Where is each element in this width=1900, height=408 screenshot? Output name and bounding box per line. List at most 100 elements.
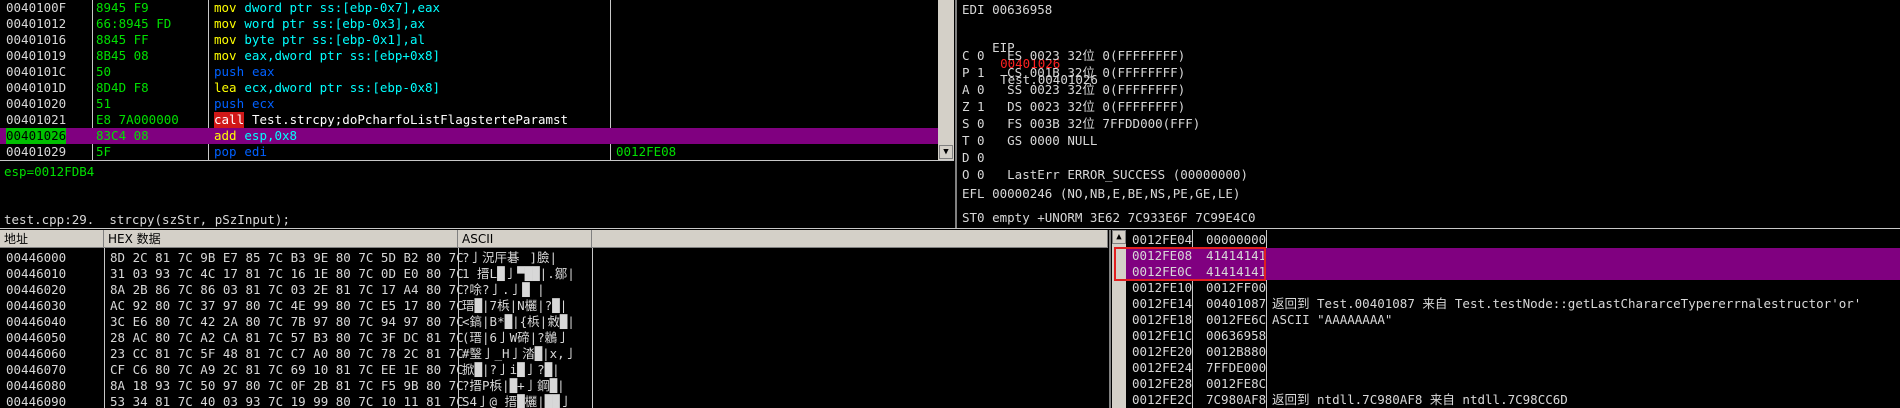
flag-segment-row[interactable]: D 0	[962, 150, 1900, 166]
stack-address[interactable]: 0012FE14	[1132, 296, 1192, 312]
dump-hex[interactable]: 8A 18 93 7C 50 97 80 7C 0F 2B 81 7C F5 9…	[110, 378, 464, 394]
dump-address[interactable]: 00446010	[6, 266, 66, 282]
disasm-row[interactable]: 0040100F 8945 F9 mov dword ptr ss:[ebp-0x7]…	[0, 0, 954, 16]
stack-row[interactable]: 0012FE18 0012FE6C ASCII "AAAAAAAA"	[1126, 312, 1900, 328]
stack-row[interactable]: 0012FE04 00000000	[1126, 232, 1900, 248]
reg-edi[interactable]: EDI 00636958	[962, 2, 1900, 18]
disasm-scrollbar[interactable]: ▼	[938, 0, 954, 160]
disasm-row[interactable]: 00401019 8B45 08 mov eax,dword ptr ss:[ebp+…	[0, 48, 954, 64]
dump-address[interactable]: 00446070	[6, 362, 66, 378]
dump-address[interactable]: 00446050	[6, 330, 66, 346]
stack-row[interactable]: 0012FE20 0012B880	[1126, 344, 1900, 360]
dump-ascii[interactable]: 1 搢L█亅▀██|.鄒|	[462, 266, 575, 282]
dump-hex[interactable]: 23 CC 81 7C 5F 48 81 7C C7 A0 80 7C 78 2…	[110, 346, 464, 362]
stack-address[interactable]: 0012FE04	[1132, 232, 1192, 248]
dump-ascii[interactable]: ?唋?亅.亅█ |	[462, 282, 545, 298]
reg-eip[interactable]: EIP 00401026 Test.00401026	[962, 24, 1900, 87]
stack-row[interactable]: 0012FE10 0012FF00	[1126, 280, 1900, 296]
dump-ascii[interactable]: #瑿亅_H亅涾█|x,亅	[462, 346, 577, 362]
stack-value[interactable]: 0012FF00	[1206, 280, 1266, 296]
stack-value[interactable]: 00636958	[1206, 328, 1266, 344]
instruction-address[interactable]: 0040101C	[6, 64, 66, 80]
dump-row[interactable]: 00446090 53 34 81 7C 40 03 93 7C 19 99 80…	[0, 394, 1108, 408]
disasm-row[interactable]: 00401021 E8 7A000000 call Test.strcpy;doPch…	[0, 112, 954, 128]
stack-row[interactable]: 0012FE14 00401087 返回到 Test.00401087 来自 Tes…	[1126, 296, 1900, 312]
flag-segment-row[interactable]: C 0 ES 0023 32位 0(FFFFFFFF)	[962, 48, 1900, 64]
stack-address[interactable]: 0012FE20	[1132, 344, 1192, 360]
disasm-row[interactable]: 00401016 8845 FF mov byte ptr ss:[ebp-0x1],…	[0, 32, 954, 48]
disasm-row[interactable]: 00401029 5F pop edi 0012FE08	[0, 144, 954, 160]
dump-row[interactable]: 00446060 23 CC 81 7C 5F 48 81 7C C7 A0 80…	[0, 346, 1108, 362]
dump-address[interactable]: 00446000	[6, 250, 66, 266]
stack-row[interactable]: 0012FE0C 41414141	[1126, 264, 1900, 280]
stack-address[interactable]: 0012FE28	[1132, 376, 1192, 392]
dump-header-address[interactable]: 地址	[0, 230, 104, 248]
dump-row[interactable]: 00446050 28 AC 80 7C A2 CA 81 7C 57 B3 80…	[0, 330, 1108, 346]
dump-address[interactable]: 00446040	[6, 314, 66, 330]
stack-address[interactable]: 0012FE24	[1132, 360, 1192, 376]
dump-ascii[interactable]: (瑨|6亅W碲|?鶒亅	[462, 330, 570, 346]
flag-segment-row[interactable]: O 0 LastErr ERROR_SUCCESS (00000000)	[962, 167, 1900, 183]
memory-dump-pane[interactable]: 地址 HEX 数据 ASCII 00446000 8D 2C 81 7C 9B E…	[0, 230, 1108, 408]
stack-value[interactable]: 41414141	[1206, 248, 1266, 264]
stack-address[interactable]: 0012FE10	[1132, 280, 1192, 296]
stack-row[interactable]: 0012FE2C 7C980AF8 返回到 ntdll.7C980AF8 来自 nt…	[1126, 392, 1900, 408]
scroll-up-icon[interactable]: ▲	[1112, 230, 1126, 244]
dump-header-hex[interactable]: HEX 数据	[104, 230, 458, 248]
dump-address[interactable]: 00446090	[6, 394, 66, 408]
dump-header-ascii[interactable]: ASCII	[458, 230, 592, 248]
dump-ascii[interactable]: ?搢P梹|█+亅鋼█|	[462, 378, 565, 394]
dump-ascii[interactable]: 掀█|?亅i█亅?█|	[462, 362, 560, 378]
stack-address[interactable]: 0012FE18	[1132, 312, 1192, 328]
dump-hex[interactable]: CF C6 80 7C A9 2C 81 7C 69 10 81 7C EE 1…	[110, 362, 464, 378]
dump-row[interactable]: 00446070 CF C6 80 7C A9 2C 81 7C 69 10 81…	[0, 362, 1108, 378]
reg-st0[interactable]: ST0 empty +UNORM 3E62 7C933E6F 7C99E4C0	[962, 210, 1900, 226]
dump-ascii[interactable]: 瑨█|7梹|N欐|?█|	[462, 298, 567, 314]
dump-hex[interactable]: 53 34 81 7C 40 03 93 7C 19 99 80 7C 10 1…	[110, 394, 464, 408]
dump-row[interactable]: 00446080 8A 18 93 7C 50 97 80 7C 0F 2B 81…	[0, 378, 1108, 394]
instruction-address[interactable]: 00401012	[6, 16, 66, 32]
flag-segment-row[interactable]: S 0 FS 003B 32位 7FFDD000(FFF)	[962, 116, 1900, 132]
disasm-row[interactable]: 00401020 51 push ecx	[0, 96, 954, 112]
stack-value[interactable]: 0012FE8C	[1206, 376, 1266, 392]
dump-row[interactable]: 00446020 8A 2B 86 7C 86 03 81 7C 03 2E 81…	[0, 282, 1108, 298]
instruction-address[interactable]: 00401020	[6, 96, 66, 112]
disasm-row[interactable]: 00401026 83C4 08 add esp,0x8	[0, 128, 954, 144]
dump-hex[interactable]: 8D 2C 81 7C 9B E7 85 7C B3 9E 80 7C 5D B…	[110, 250, 464, 266]
stack-scrollbar[interactable]: ▲	[1112, 230, 1126, 408]
dump-ascii[interactable]: <鎬|B*█|{梹|敹█|	[462, 314, 575, 330]
stack-address[interactable]: 0012FE0C	[1132, 264, 1192, 280]
disasm-row[interactable]: 0040101C 50 push eax	[0, 64, 954, 80]
dump-hex[interactable]: AC 92 80 7C 37 97 80 7C 4E 99 80 7C E5 1…	[110, 298, 464, 314]
flag-segment-row[interactable]: A 0 SS 0023 32位 0(FFFFFFFF)	[962, 82, 1900, 98]
instruction-address[interactable]: 0040100F	[6, 0, 66, 16]
stack-address[interactable]: 0012FE2C	[1132, 392, 1192, 408]
dump-address[interactable]: 00446080	[6, 378, 66, 394]
dump-hex[interactable]: 8A 2B 86 7C 86 03 81 7C 03 2E 81 7C 17 A…	[110, 282, 464, 298]
dump-address[interactable]: 00446020	[6, 282, 66, 298]
stack-address[interactable]: 0012FE1C	[1132, 328, 1192, 344]
stack-value[interactable]: 00000000	[1206, 232, 1266, 248]
stack-value[interactable]: 7C980AF8	[1206, 392, 1266, 408]
dump-hex[interactable]: 31 03 93 7C 4C 17 81 7C 16 1E 80 7C 0D E…	[110, 266, 464, 282]
flag-segment-row[interactable]: P 1 CS 001B 32位 0(FFFFFFFF)	[962, 65, 1900, 81]
reg-efl[interactable]: EFL 00000246 (NO,NB,E,BE,NS,PE,GE,LE)	[962, 186, 1900, 202]
instruction-address[interactable]: 00401016	[6, 32, 66, 48]
dump-row[interactable]: 00446000 8D 2C 81 7C 9B E7 85 7C B3 9E 80…	[0, 250, 1108, 266]
instruction-address[interactable]: 0040101D	[6, 80, 66, 96]
instruction-address[interactable]: 00401026	[6, 128, 67, 144]
dump-ascii[interactable]: ?亅況厈碁]臉|	[462, 250, 557, 266]
dump-row[interactable]: 00446040 3C E6 80 7C 42 2A 80 7C 7B 97 80…	[0, 314, 1108, 330]
dump-address[interactable]: 00446060	[6, 346, 66, 362]
instruction-address[interactable]: 00401019	[6, 48, 66, 64]
dump-row[interactable]: 00446030 AC 92 80 7C 37 97 80 7C 4E 99 80…	[0, 298, 1108, 314]
dump-address[interactable]: 00446030	[6, 298, 66, 314]
instruction-address[interactable]: 00401021	[6, 112, 66, 128]
disasm-row[interactable]: 00401012 66:8945 FD mov word ptr ss:[ebp-0x…	[0, 16, 954, 32]
stack-row[interactable]: 0012FE28 0012FE8C	[1126, 376, 1900, 392]
dump-ascii[interactable]: S4亅@ 搢█欐|██亅	[462, 394, 572, 408]
stack-value[interactable]: 41414141	[1206, 264, 1266, 280]
stack-value[interactable]: 00401087	[1206, 296, 1266, 312]
dump-hex[interactable]: 28 AC 80 7C A2 CA 81 7C 57 B3 80 7C 3F D…	[110, 330, 464, 346]
stack-row[interactable]: 0012FE1C 00636958	[1126, 328, 1900, 344]
